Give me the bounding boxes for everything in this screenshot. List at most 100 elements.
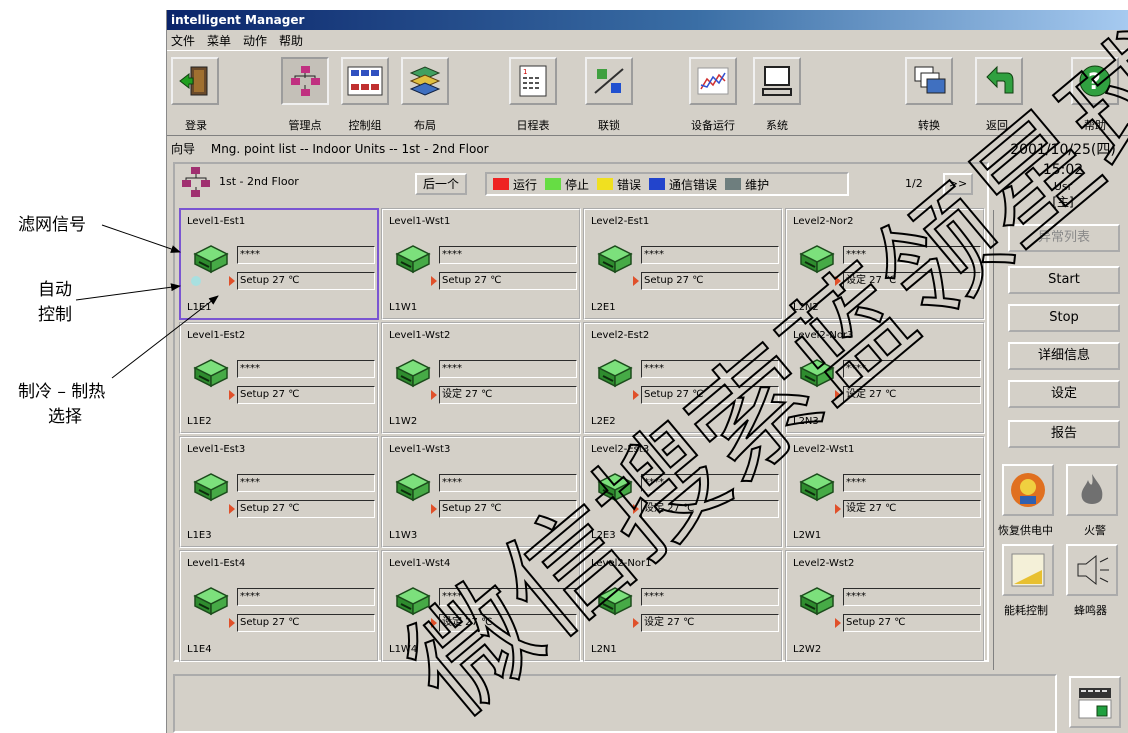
window-title: intelligent Manager <box>167 10 1128 30</box>
floor-tree-icon <box>182 167 210 197</box>
fire-alarm-label: 火警 <box>1084 524 1106 537</box>
unit-card[interactable]: Level1-Est1 **** Setup 27 ℃ L1E1 <box>179 208 379 320</box>
unit-card[interactable]: Level1-Wst2 **** 设定 27 ℃ L1W2 <box>381 322 581 434</box>
help-button[interactable]: ? <box>1071 57 1119 105</box>
unit-card[interactable]: Level1-Est2 **** Setup 27 ℃ L1E2 <box>179 322 379 434</box>
unit-setpoint-field: 设定 27 ℃ <box>641 500 779 518</box>
unit-card[interactable]: Level2-Wst1 **** 设定 27 ℃ L2W1 <box>785 436 985 548</box>
floor-header: 1st - 2nd Floor 后一个 运行 停止 错误 通信错误 维护 1/2… <box>175 164 987 200</box>
cool-heat-indicator <box>835 504 841 514</box>
annotation-auto-control-line2: 控制 <box>38 305 72 325</box>
unit-card[interactable]: Level1-Wst4 **** 设定 27 ℃ L1W4 <box>381 550 581 662</box>
system-label: 系统 <box>766 119 788 132</box>
switch-button[interactable] <box>905 57 953 105</box>
layers-icon <box>409 66 441 96</box>
unit-code: L2W1 <box>793 530 822 541</box>
system-button[interactable] <box>753 57 801 105</box>
cool-heat-indicator <box>835 390 841 400</box>
cool-heat-indicator <box>633 276 639 286</box>
unit-setpoint-field: 设定 27 ℃ <box>843 272 981 290</box>
login-button[interactable] <box>171 57 219 105</box>
menu-help[interactable]: 帮助 <box>279 32 303 49</box>
back-nav-button[interactable] <box>975 57 1023 105</box>
control-group-button[interactable] <box>341 57 389 105</box>
fire-alarm-button[interactable] <box>1066 464 1118 516</box>
svg-text:?: ? <box>1088 70 1101 95</box>
stop-button[interactable]: Stop <box>1008 304 1120 332</box>
unit-value-field: **** <box>439 360 577 378</box>
unit-value-field: **** <box>439 588 577 606</box>
unit-name: Level2-Est2 <box>591 330 650 341</box>
power-restore-button[interactable] <box>1002 464 1054 516</box>
indoor-unit-icon <box>597 245 633 274</box>
interlock-button[interactable] <box>585 57 633 105</box>
unit-card[interactable]: Level2-Est1 **** Setup 27 ℃ L2E1 <box>583 208 783 320</box>
unit-setpoint-field: Setup 27 ℃ <box>439 272 577 290</box>
menu-file[interactable]: 文件 <box>171 32 195 49</box>
cool-heat-indicator <box>431 276 437 286</box>
schedule-button[interactable]: 1 <box>509 57 557 105</box>
next-page-button[interactable]: >> <box>943 173 973 195</box>
buzzer-button[interactable] <box>1066 544 1118 596</box>
mgmt-point-button[interactable] <box>281 57 329 105</box>
toolbar: 登录 管理点 控制组 布局 1 日程表 联锁 设备运行 系统 转换 返回 ? 帮… <box>167 50 1128 136</box>
menu-action[interactable]: 动作 <box>243 32 267 49</box>
energy-control-icon <box>1011 553 1045 587</box>
unit-name: Level2-Est3 <box>591 444 650 455</box>
energy-control-button[interactable] <box>1002 544 1054 596</box>
time-text: 15:02 <box>1042 162 1084 178</box>
annotation-auto-control-line1: 自动 <box>38 280 72 300</box>
keypad-button[interactable] <box>1069 676 1121 728</box>
alarm-list-button[interactable]: 异常列表 <box>1008 224 1120 252</box>
previous-button[interactable]: 后一个 <box>415 173 467 195</box>
unit-setpoint-field: Setup 27 ℃ <box>237 386 375 404</box>
details-button[interactable]: 详细信息 <box>1008 342 1120 370</box>
indoor-unit-icon <box>395 473 431 502</box>
status-bar <box>173 674 1057 733</box>
unit-card[interactable]: Level2-Wst2 **** Setup 27 ℃ L2W2 <box>785 550 985 662</box>
report-button[interactable]: 报告 <box>1008 420 1120 448</box>
unit-card[interactable]: Level2-Nor2 **** 设定 27 ℃ L2N2 <box>785 208 985 320</box>
calendar-icon: 1 <box>519 65 547 97</box>
start-button[interactable]: Start <box>1008 266 1120 294</box>
unit-card[interactable]: Level2-Nor3 **** 设定 27 ℃ L2N3 <box>785 322 985 434</box>
floor-label: 1st - 2nd Floor <box>219 175 299 188</box>
unit-card[interactable]: Level1-Wst3 **** Setup 27 ℃ L1W3 <box>381 436 581 548</box>
unit-name: Level2-Wst2 <box>793 558 855 569</box>
unit-name: Level1-Wst3 <box>389 444 451 455</box>
buzzer-label: 蜂鸣器 <box>1074 604 1107 617</box>
settings-button[interactable]: 设定 <box>1008 380 1120 408</box>
unit-card[interactable]: Level2-Est2 **** Setup 27 ℃ L2E2 <box>583 322 783 434</box>
unit-card[interactable]: Level1-Wst1 **** Setup 27 ℃ L1W1 <box>381 208 581 320</box>
layout-button[interactable] <box>401 57 449 105</box>
unit-card[interactable]: Level1-Est4 **** Setup 27 ℃ L1E4 <box>179 550 379 662</box>
equipment-run-button[interactable] <box>689 57 737 105</box>
unit-value-field: **** <box>843 474 981 492</box>
legend-stopped: 停止 <box>545 176 589 193</box>
unit-card[interactable]: Level2-Est3 **** 设定 27 ℃ L2E3 <box>583 436 783 548</box>
auto-control-indicator <box>191 276 201 286</box>
unit-value-field: **** <box>237 360 375 378</box>
unit-value-field: **** <box>641 474 779 492</box>
cool-heat-indicator <box>633 504 639 514</box>
unit-card[interactable]: Level1-Est3 **** Setup 27 ℃ L1E3 <box>179 436 379 548</box>
schedule-label: 日程表 <box>516 119 550 132</box>
role-text: [主] <box>1052 195 1074 209</box>
control-group-icon <box>347 66 383 96</box>
breadcrumb-label: 向导 <box>171 142 196 156</box>
unit-value-field: **** <box>439 474 577 492</box>
unit-value-field: **** <box>237 588 375 606</box>
help-icon: ? <box>1079 65 1111 97</box>
unit-code: L1W2 <box>389 416 418 427</box>
legend-running: 运行 <box>493 176 537 193</box>
unit-code: L2N3 <box>793 416 819 427</box>
indoor-unit-icon <box>193 473 229 502</box>
menu-menu[interactable]: 菜单 <box>207 32 231 49</box>
flame-icon <box>1081 474 1103 504</box>
unit-card[interactable]: Level2-Nor1 **** 设定 27 ℃ L2N1 <box>583 550 783 662</box>
unit-setpoint-field: Setup 27 ℃ <box>237 500 375 518</box>
unit-value-field: **** <box>237 246 375 264</box>
unit-code: L1W4 <box>389 644 418 655</box>
unit-setpoint-field: 设定 27 ℃ <box>843 386 981 404</box>
interlock-label: 联锁 <box>598 119 620 132</box>
